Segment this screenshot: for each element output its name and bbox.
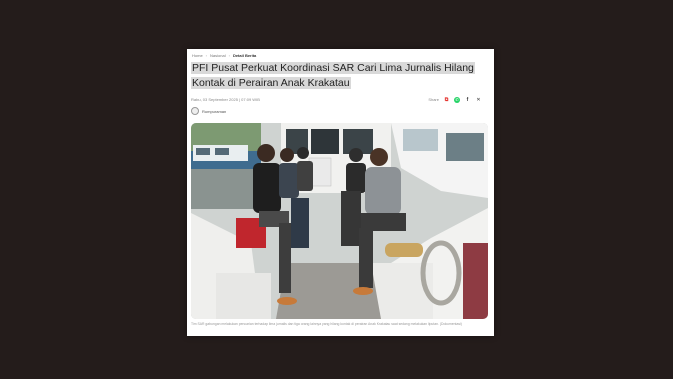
- article-title-text: PFI Pusat Perkuat Koordinasi SAR Cari Li…: [191, 62, 475, 89]
- author-name: Rumpuraman: [202, 108, 227, 114]
- article-photo: [191, 123, 488, 319]
- breadcrumb-nasional[interactable]: Nasional: [210, 53, 226, 58]
- whatsapp-icon[interactable]: ✆: [454, 96, 460, 103]
- breadcrumb-current: Detail Berita: [232, 52, 257, 58]
- share-bar: Share ⧉ ✆ f ✕: [428, 96, 482, 103]
- boat-photo-illustration: [191, 123, 488, 319]
- breadcrumb: Home › Nasional › Detail Berita: [192, 51, 256, 59]
- link-icon[interactable]: ⧉: [443, 96, 450, 103]
- author-row[interactable]: Rumpuraman: [191, 107, 226, 115]
- x-icon[interactable]: ✕: [475, 96, 482, 103]
- share-label: Share: [428, 97, 439, 102]
- article-page: Home › Nasional › Detail Berita PFI Pusa…: [187, 49, 494, 336]
- facebook-icon[interactable]: f: [464, 96, 471, 103]
- breadcrumb-separator: ›: [228, 52, 230, 58]
- article-date: Rabu, 03 September 2025 | 07:09 WIB: [191, 97, 260, 102]
- breadcrumb-separator: ›: [205, 52, 208, 58]
- author-avatar: [191, 107, 199, 115]
- breadcrumb-home[interactable]: Home: [192, 53, 203, 58]
- photo-caption: Tim SAR gabungan melakukan pencarian ter…: [191, 322, 462, 326]
- article-title: PFI Pusat Perkuat Koordinasi SAR Cari Li…: [191, 61, 487, 91]
